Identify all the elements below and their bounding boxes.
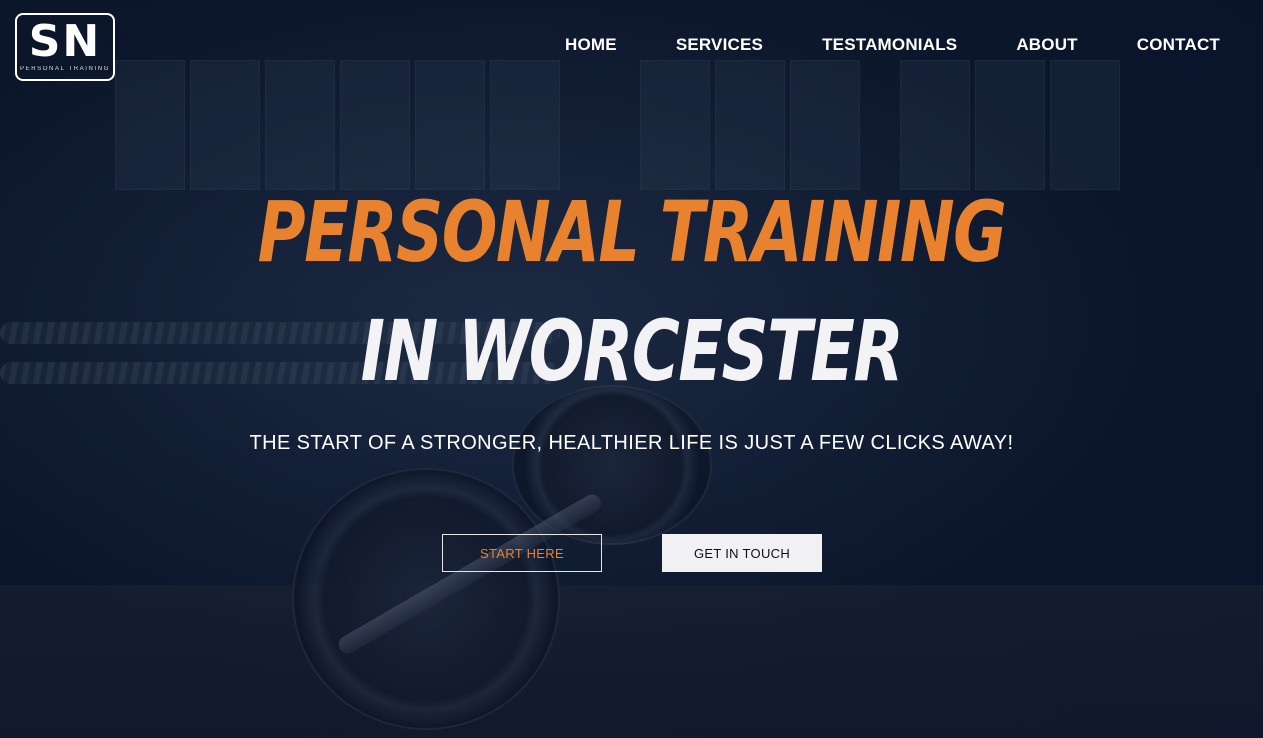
background-window bbox=[115, 60, 185, 190]
background-window bbox=[415, 60, 485, 190]
start-here-button[interactable]: START HERE bbox=[442, 534, 602, 572]
nav-contact[interactable]: CONTACT bbox=[1137, 35, 1220, 55]
background-window bbox=[1050, 60, 1120, 190]
background-window bbox=[790, 60, 860, 190]
nav-services[interactable]: SERVICES bbox=[676, 35, 763, 55]
headline-line-1: PERSONAL TRAINING bbox=[257, 183, 1007, 281]
background-window bbox=[190, 60, 260, 190]
logo-mark: SN bbox=[28, 16, 102, 67]
headline-line-2: IN WORCESTER bbox=[360, 302, 904, 400]
background-window bbox=[975, 60, 1045, 190]
nav-about[interactable]: ABOUT bbox=[1016, 35, 1077, 55]
background-window bbox=[715, 60, 785, 190]
hero-tagline: THE START OF A STRONGER, HEALTHIER LIFE … bbox=[249, 432, 1014, 454]
nav-testamonials[interactable]: TESTAMONIALS bbox=[822, 35, 957, 55]
logo-subtitle: PERSONAL TRAINING bbox=[20, 66, 110, 72]
nav-home[interactable]: HOME bbox=[565, 35, 617, 55]
background-window bbox=[900, 60, 970, 190]
background-window bbox=[490, 60, 560, 190]
get-in-touch-button[interactable]: GET IN TOUCH bbox=[662, 534, 822, 572]
background-window bbox=[640, 60, 710, 190]
hero-section: SN PERSONAL TRAINING HOME SERVICES TESTA… bbox=[0, 0, 1263, 738]
logo[interactable]: SN PERSONAL TRAINING bbox=[15, 13, 115, 81]
main-nav: HOME SERVICES TESTAMONIALS ABOUT CONTACT bbox=[565, 35, 1220, 55]
background-floor bbox=[0, 585, 1263, 738]
background-window bbox=[340, 60, 410, 190]
background-window bbox=[265, 60, 335, 190]
